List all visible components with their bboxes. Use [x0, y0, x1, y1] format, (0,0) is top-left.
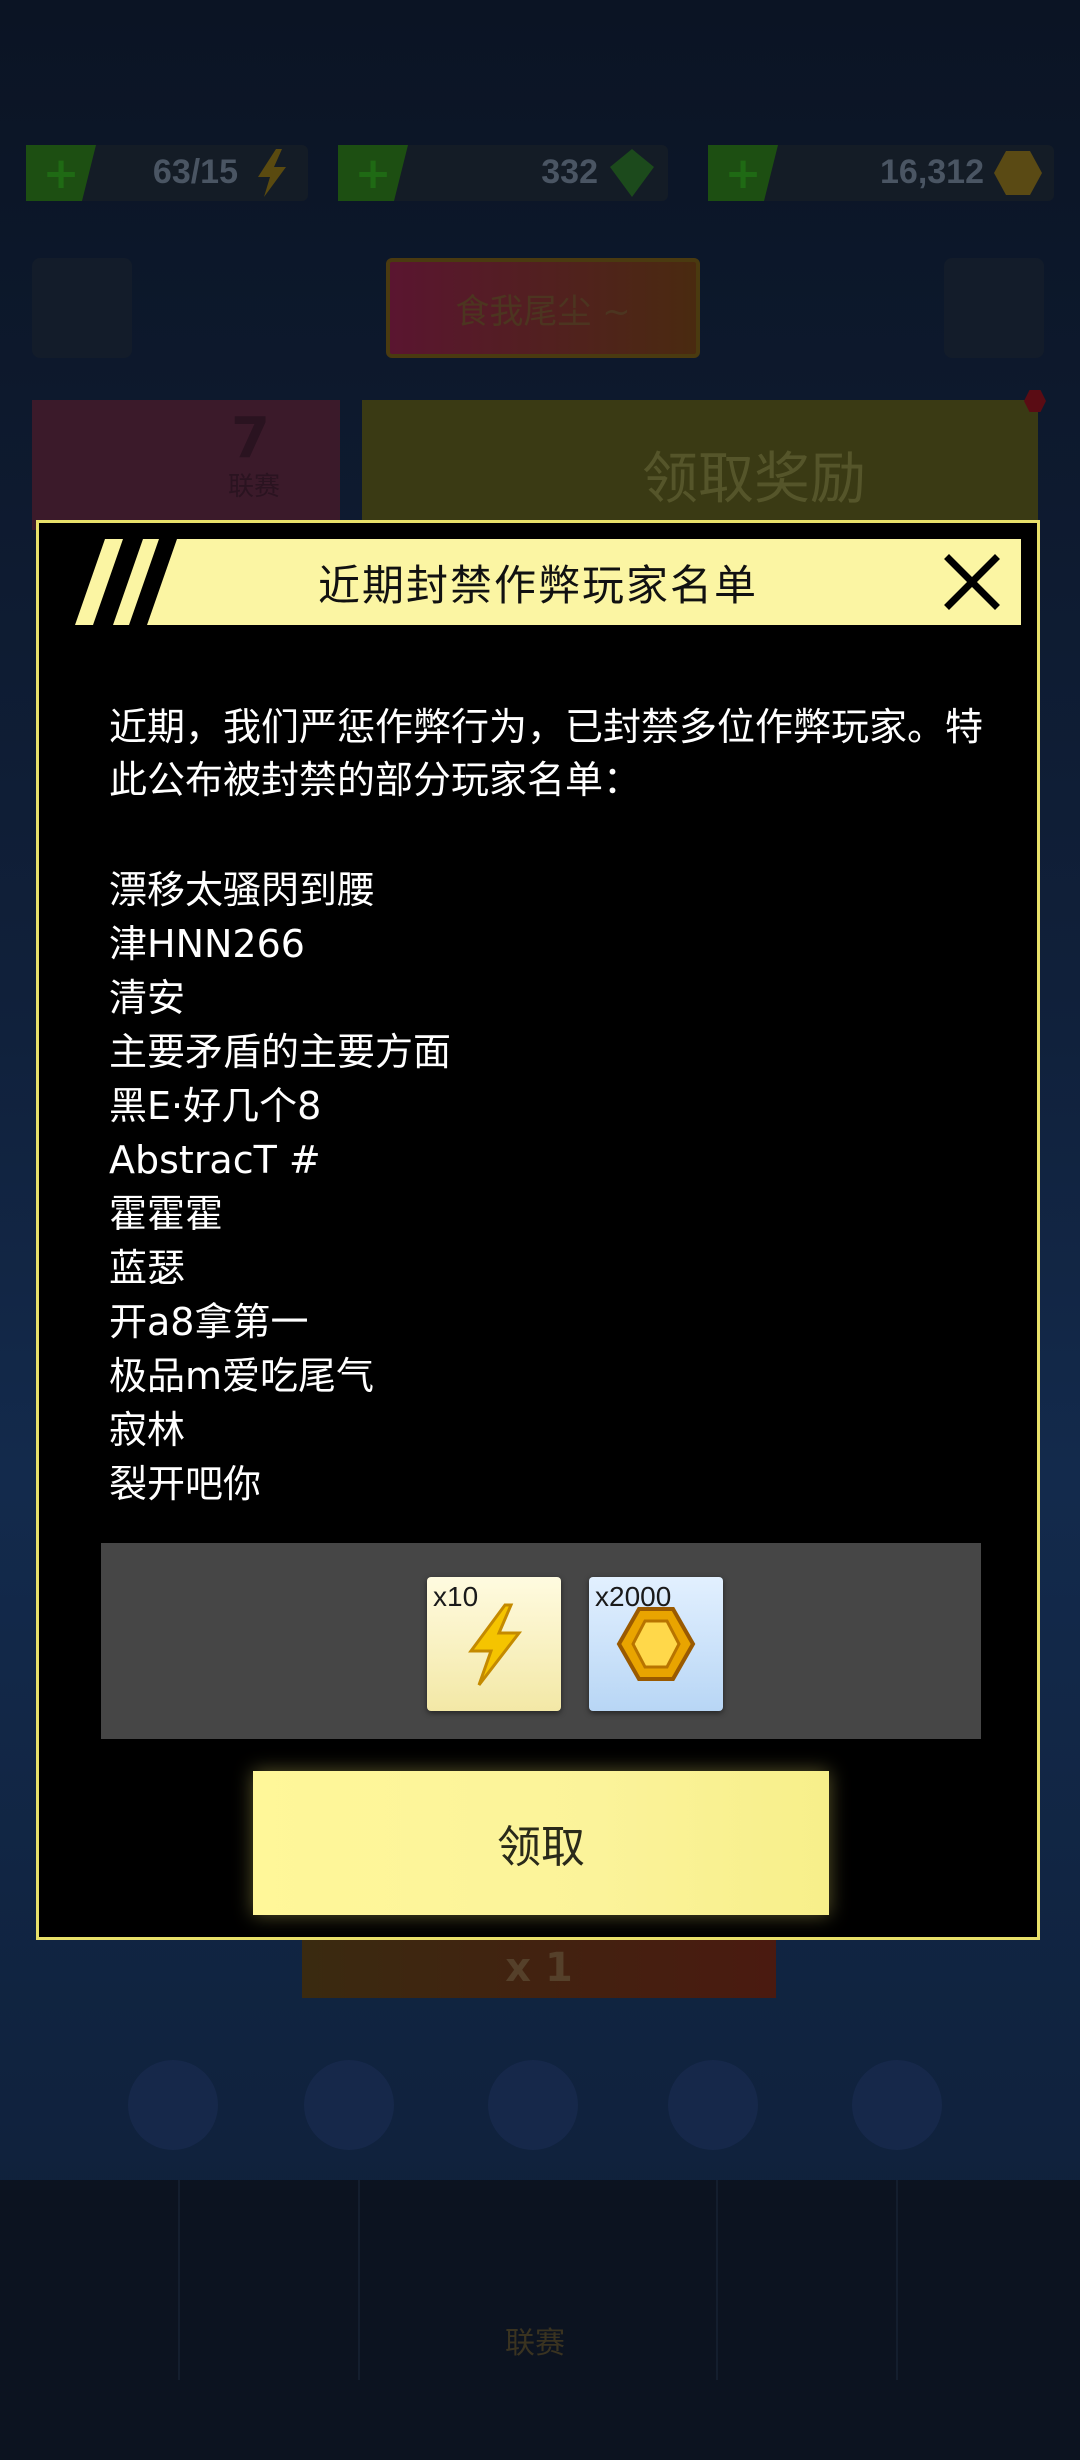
gem-counter: + 332 — [338, 145, 668, 201]
gold-coin-icon — [616, 1607, 696, 1681]
banned-player-name: 清安 — [109, 976, 186, 1020]
banned-player-name: 极品m爱吃尾气 — [109, 1354, 375, 1398]
claim-reward-banner[interactable]: 领取奖励 — [362, 400, 1038, 530]
reward-item-coins: x2000 — [589, 1577, 723, 1711]
reward-items-box: x10 x2000 — [101, 1543, 981, 1739]
add-gem-button[interactable]: + — [338, 145, 408, 201]
coin-counter: + 16,312 — [708, 145, 1054, 201]
crown-icon — [128, 2060, 218, 2150]
nav-league-label: 联赛 — [505, 2326, 565, 2361]
add-energy-button[interactable]: + — [26, 145, 96, 201]
crown-icon — [668, 2060, 758, 2150]
close-icon[interactable] — [939, 549, 1005, 615]
dialog-title: 近期封禁作弊玩家名单 — [317, 560, 758, 610]
banned-player-name: 黑E·好几个8 — [109, 1084, 322, 1128]
crown-icon — [304, 2060, 394, 2150]
banned-player-name: 开a8拿第一 — [109, 1300, 309, 1344]
banned-player-list: 漂移太骚閃到腰 津HNN266 清安 主要矛盾的主要方面 黑E·好几个8 Abs… — [109, 863, 989, 1511]
coin-icon — [994, 151, 1042, 195]
crown-icon — [852, 2060, 942, 2150]
reward-item-energy: x10 — [427, 1577, 561, 1711]
banned-player-name: 蓝瑟 — [109, 1246, 186, 1290]
league-label: 联赛 — [227, 472, 280, 502]
banned-player-name: 裂开吧你 — [109, 1462, 262, 1506]
energy-counter: + 63/15 — [26, 145, 308, 201]
banned-player-name: 津HNN266 — [109, 922, 305, 966]
resource-bar: + 63/15 + 332 + 16,312 — [0, 135, 1080, 210]
nav-garage[interactable] — [0, 2180, 180, 2380]
crown-icon — [488, 2060, 578, 2150]
banned-player-name: 主要矛盾的主要方面 — [109, 1030, 452, 1074]
league-card[interactable]: 7 联赛 — [32, 400, 340, 530]
dialog-header: 近期封禁作弊玩家名单 — [55, 539, 1021, 625]
cloud-sync-button[interactable] — [32, 258, 132, 358]
energy-value: 63/15 — [152, 153, 238, 191]
lightning-icon — [468, 1603, 523, 1686]
banned-players-dialog: 近期封禁作弊玩家名单 近期，我们严惩作弊行为，已封禁多位作弊玩家。特此公布被封禁… — [36, 520, 1040, 1940]
green-gem-icon — [610, 149, 654, 197]
settings-button[interactable] — [944, 258, 1044, 358]
add-coin-button[interactable]: + — [708, 145, 778, 201]
lightning-icon — [258, 149, 286, 197]
player-name-plate[interactable]: 食我尾尘 ~ — [386, 258, 700, 358]
dialog-intro-text: 近期，我们严惩作弊行为，已封禁多位作弊玩家。特此公布被封禁的部分玩家名单： — [109, 705, 984, 802]
league-number: 7 — [231, 406, 270, 471]
multiplier-bar: x 1 — [302, 1938, 776, 1998]
nav-race[interactable] — [718, 2180, 898, 2380]
banned-player-name: AbstracT # — [109, 1138, 321, 1182]
nav-profile[interactable] — [898, 2180, 1080, 2380]
banned-player-name: 霍霍霍 — [109, 1192, 224, 1236]
banned-player-name: 漂移太骚閃到腰 — [109, 868, 376, 912]
nav-cars[interactable] — [180, 2180, 360, 2380]
gem-value: 332 — [541, 153, 598, 191]
banned-player-name: 寂林 — [109, 1408, 186, 1452]
claim-button[interactable]: 领取 — [253, 1771, 829, 1915]
coin-value: 16,312 — [880, 153, 984, 191]
reward-banner-text: 领取奖励 — [642, 447, 866, 512]
crown-row — [0, 2060, 1080, 2160]
